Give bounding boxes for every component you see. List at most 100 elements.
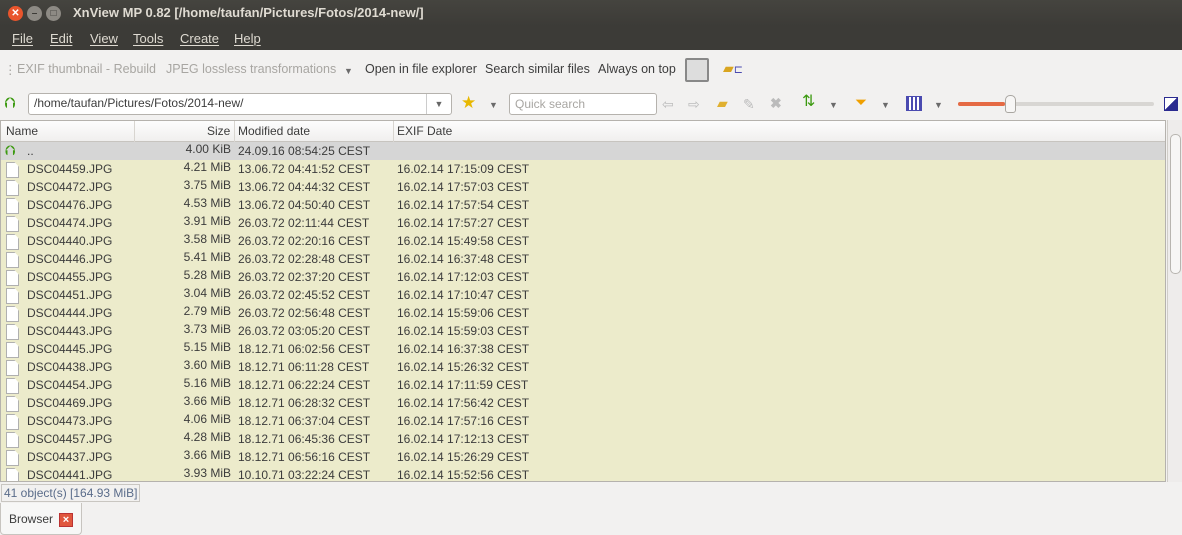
cell-modified: 18.12.71 06:11:28 CEST	[238, 360, 370, 374]
cell-name: DSC04451.JPG	[27, 288, 113, 302]
cell-exif: 16.02.14 16:37:48 CEST	[397, 252, 530, 266]
menu-file[interactable]: File	[12, 31, 33, 46]
menu-edit[interactable]: Edit	[50, 31, 72, 46]
quick-search-input[interactable]: Quick search	[509, 93, 657, 115]
close-tab-icon[interactable]: ×	[59, 513, 73, 527]
cell-modified: 26.03.72 02:56:48 CEST	[238, 306, 371, 320]
open-in-file-explorer-button[interactable]: Open in file explorer	[365, 62, 477, 76]
scrollbar-thumb[interactable]	[1170, 134, 1181, 274]
cell-size: 3.04 MiB	[183, 286, 231, 300]
menu-view[interactable]: View	[90, 31, 118, 46]
go-up-icon[interactable]: ⮉	[4, 96, 15, 112]
menu-create[interactable]: Create	[180, 31, 219, 46]
table-row[interactable]: DSC04459.JPG 4.21 MiB 13.06.72 04:41:52 CE…	[1, 160, 1165, 178]
address-dropdown-button[interactable]: ▼	[426, 94, 451, 114]
table-row[interactable]: DSC04472.JPG 3.75 MiB 13.06.72 04:44:32 CE…	[1, 178, 1165, 196]
cell-name: DSC04446.JPG	[27, 252, 113, 266]
sort-icon[interactable]: ⇅	[802, 94, 815, 110]
cell-name: ..	[27, 144, 34, 158]
cell-modified: 26.03.72 02:20:16 CEST	[238, 234, 371, 248]
column-header-name[interactable]: Name	[6, 124, 38, 138]
table-row[interactable]: DSC04445.JPG 5.15 MiB 18.12.71 06:02:56 CE…	[1, 340, 1165, 358]
cell-size: 4.28 MiB	[183, 430, 231, 444]
close-window-button[interactable]: ✕	[8, 6, 23, 21]
new-folder-icon[interactable]: ▰	[717, 95, 728, 111]
table-row[interactable]: DSC04440.JPG 3.58 MiB 26.03.72 02:20:16 CE…	[1, 232, 1165, 250]
cell-exif: 16.02.14 17:12:13 CEST	[397, 432, 530, 446]
filter-icon[interactable]: ⏷	[855, 95, 867, 111]
cell-size: 4.53 MiB	[183, 196, 231, 210]
maximize-window-button[interactable]: □	[46, 6, 61, 21]
favorites-star-icon[interactable]: ★	[461, 94, 476, 111]
back-arrow-icon[interactable]: ⇦	[662, 96, 674, 112]
file-icon	[6, 162, 19, 178]
table-row[interactable]: DSC04446.JPG 5.41 MiB 26.03.72 02:28:48 CE…	[1, 250, 1165, 268]
table-row[interactable]: DSC04443.JPG 3.73 MiB 26.03.72 03:05:20 CE…	[1, 322, 1165, 340]
table-row[interactable]: DSC04438.JPG 3.60 MiB 18.12.71 06:11:28 CE…	[1, 358, 1165, 376]
menu-help[interactable]: Help	[234, 31, 261, 46]
parent-folder-icon: ⮉	[5, 142, 16, 158]
thumbnail-size-slider[interactable]	[958, 95, 1154, 113]
search-similar-button[interactable]: Search similar files	[485, 62, 590, 76]
sort-dropdown-icon[interactable]: ▼	[829, 100, 838, 110]
cell-modified: 26.03.72 02:11:44 CEST	[238, 216, 370, 230]
vertical-scrollbar[interactable]	[1167, 120, 1182, 482]
always-on-top-button[interactable]: Always on top	[598, 62, 676, 76]
folder-tree-icon[interactable]: ▰⊏	[723, 60, 743, 78]
cell-modified: 26.03.72 02:28:48 CEST	[238, 252, 371, 266]
filter-dropdown-icon[interactable]: ▼	[881, 100, 890, 110]
cell-size: 4.00 KiB	[185, 142, 231, 156]
view-mode-grid-icon[interactable]	[906, 96, 922, 111]
column-header-modified[interactable]: Modified date	[238, 124, 310, 138]
table-row[interactable]: DSC04469.JPG 3.66 MiB 18.12.71 06:28:32 CE…	[1, 394, 1165, 412]
cell-modified: 18.12.71 06:37:04 CEST	[238, 414, 371, 428]
cell-exif: 16.02.14 15:49:58 CEST	[397, 234, 530, 248]
cell-name: DSC04444.JPG	[27, 306, 113, 320]
file-icon	[6, 180, 19, 196]
toolbar-grip[interactable]: ⋮	[4, 62, 17, 77]
table-row[interactable]: DSC04437.JPG 3.66 MiB 18.12.71 06:56:16 CE…	[1, 448, 1165, 466]
table-row[interactable]: DSC04473.JPG 4.06 MiB 18.12.71 06:37:04 CE…	[1, 412, 1165, 430]
address-path: /home/taufan/Pictures/Fotos/2014-new/	[34, 96, 244, 110]
cell-size: 3.75 MiB	[183, 178, 231, 192]
table-row[interactable]: DSC04454.JPG 5.16 MiB 18.12.71 06:22:24 CE…	[1, 376, 1165, 394]
rename-icon[interactable]: ✎	[743, 96, 755, 112]
column-header-exif-date[interactable]: EXIF Date	[397, 124, 452, 138]
address-bar[interactable]: /home/taufan/Pictures/Fotos/2014-new/ ▼	[28, 93, 452, 115]
table-row[interactable]: DSC04451.JPG 3.04 MiB 26.03.72 02:45:52 CE…	[1, 286, 1165, 304]
fullscreen-icon[interactable]	[1164, 97, 1178, 111]
tab-browser[interactable]: Browser ×	[0, 503, 82, 535]
favorites-dropdown-icon[interactable]: ▼	[489, 100, 498, 110]
chevron-down-icon[interactable]: ▼	[344, 66, 353, 76]
table-row[interactable]: DSC04441.JPG 3.93 MiB 10.10.71 03:22:24 CE…	[1, 466, 1165, 481]
cell-modified: 13.06.72 04:50:40 CEST	[238, 198, 371, 212]
view-mode-dropdown-icon[interactable]: ▼	[934, 100, 943, 110]
exif-rebuild-button[interactable]: EXIF thumbnail - Rebuild	[17, 62, 156, 76]
cell-modified: 18.12.71 06:02:56 CEST	[238, 342, 371, 356]
cell-exif: 16.02.14 17:11:59 CEST	[397, 378, 529, 392]
status-bar: 41 object(s) [164.93 MiB]	[1, 484, 141, 502]
parent-folder-row[interactable]: ⮉.. 4.00 KiB 24.09.16 08:54:25 CEST	[1, 142, 1165, 160]
cell-exif: 16.02.14 17:12:03 CEST	[397, 270, 530, 284]
cell-name: DSC04459.JPG	[27, 162, 113, 176]
table-row[interactable]: DSC04474.JPG 3.91 MiB 26.03.72 02:11:44 CE…	[1, 214, 1165, 232]
forward-arrow-icon[interactable]: ⇨	[688, 96, 700, 112]
cell-exif: 16.02.14 15:59:06 CEST	[397, 306, 530, 320]
cell-exif: 16.02.14 17:57:03 CEST	[397, 180, 530, 194]
file-icon	[6, 342, 19, 358]
table-row[interactable]: DSC04444.JPG 2.79 MiB 26.03.72 02:56:48 CE…	[1, 304, 1165, 322]
delete-icon[interactable]: ✖	[770, 95, 782, 111]
clipboard-icon[interactable]	[685, 58, 709, 82]
cell-exif: 16.02.14 17:15:09 CEST	[397, 162, 530, 176]
jpeg-lossless-button[interactable]: JPEG lossless transformations	[166, 62, 336, 76]
menu-tools[interactable]: Tools	[133, 31, 163, 46]
minimize-window-button[interactable]: –	[27, 6, 42, 21]
table-row[interactable]: DSC04455.JPG 5.28 MiB 26.03.72 02:37:20 CE…	[1, 268, 1165, 286]
table-row[interactable]: DSC04457.JPG 4.28 MiB 18.12.71 06:45:36 CE…	[1, 430, 1165, 448]
cell-name: DSC04440.JPG	[27, 234, 113, 248]
table-row[interactable]: DSC04476.JPG 4.53 MiB 13.06.72 04:50:40 CE…	[1, 196, 1165, 214]
slider-handle[interactable]	[1005, 95, 1017, 113]
file-icon	[6, 378, 19, 394]
slider-fill	[958, 102, 1006, 106]
column-header-size[interactable]: Size	[207, 124, 230, 138]
